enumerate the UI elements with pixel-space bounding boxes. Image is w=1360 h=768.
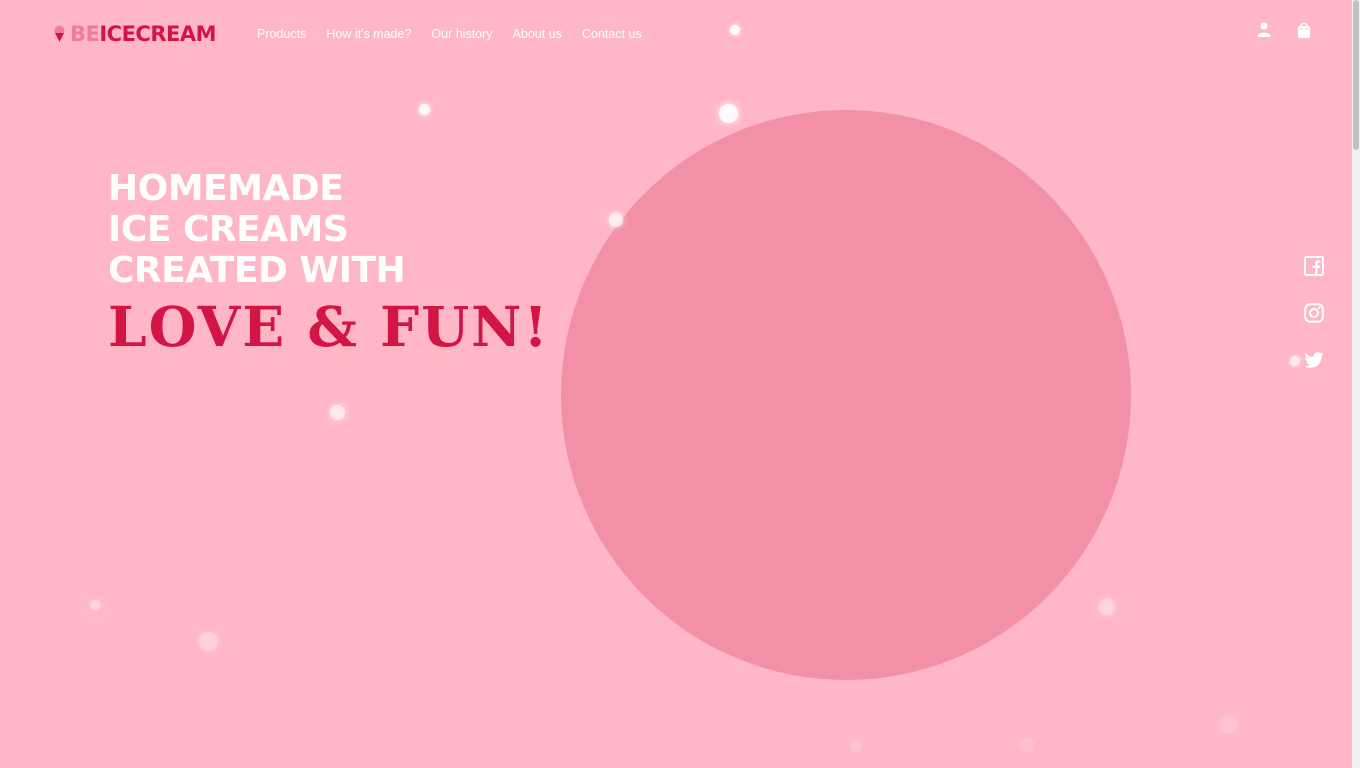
nav-our-history[interactable]: Our history: [431, 26, 492, 42]
shopping-bag-icon[interactable]: [1296, 21, 1312, 39]
hero-line-3: CREATED WITH: [108, 250, 406, 291]
decorative-dot: [1020, 738, 1034, 752]
decorative-dot: [90, 600, 100, 610]
brand-name-part2: ICECREAM: [99, 22, 217, 46]
twitter-icon[interactable]: [1304, 350, 1324, 370]
hero-line-1: HOMEMADE: [108, 168, 344, 209]
brand-name: BEICECREAM: [70, 22, 217, 46]
user-icon[interactable]: [1256, 21, 1272, 39]
decorative-dot: [609, 213, 623, 227]
decorative-dot: [199, 632, 218, 651]
nav-how-its-made[interactable]: How it's made?: [326, 26, 411, 42]
decorative-dot: [419, 104, 430, 115]
facebook-icon[interactable]: [1304, 256, 1324, 276]
hero-circle: [561, 110, 1131, 680]
decorative-dot: [1220, 716, 1237, 733]
nav-about-us[interactable]: About us: [513, 26, 562, 42]
decorative-dot: [330, 405, 345, 420]
decorative-dot: [730, 25, 740, 35]
scrollbar-thumb[interactable]: [1353, 0, 1359, 150]
hero-line-2: ICE CREAMS: [108, 209, 349, 250]
decorative-dot: [1099, 599, 1115, 615]
page: BEICECREAM Products How it's made? Our h…: [0, 0, 1360, 768]
brand-logo[interactable]: BEICECREAM: [53, 22, 217, 46]
decorative-dot: [719, 104, 738, 123]
social-links: [1304, 256, 1324, 370]
brand-name-part1: BE: [70, 22, 100, 46]
ice-cream-logo-icon: [54, 25, 65, 42]
nav-contact-us[interactable]: Contact us: [582, 26, 642, 42]
instagram-icon[interactable]: [1304, 303, 1324, 323]
decorative-dot: [1290, 356, 1300, 366]
hero-heading: HOMEMADE ICE CREAMS CREATED WITH LOVE & …: [108, 168, 550, 357]
decorative-dot: [850, 740, 862, 752]
page-scrollbar[interactable]: [1352, 0, 1360, 768]
header-actions: [1256, 21, 1312, 39]
hero-accent-text: LOVE & FUN!: [108, 294, 550, 359]
main-nav: Products How it's made? Our history Abou…: [257, 26, 662, 42]
nav-products[interactable]: Products: [257, 26, 306, 42]
